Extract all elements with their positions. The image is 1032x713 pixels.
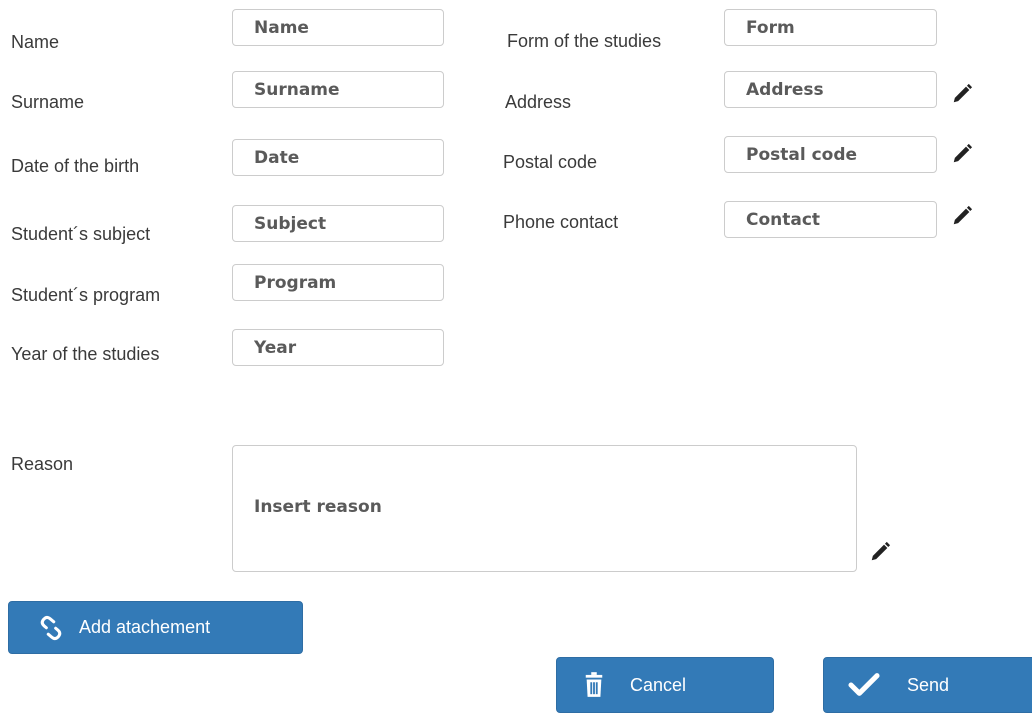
surname-label: Surname (11, 92, 85, 112)
phone-contact-input[interactable] (724, 201, 937, 238)
address-edit-pencil-icon[interactable] (951, 83, 973, 105)
address-label: Address (505, 92, 572, 112)
surname-input[interactable] (232, 71, 444, 108)
year-label: Year of the studies (11, 344, 160, 364)
date-of-birth-input[interactable] (232, 139, 444, 176)
check-icon (847, 671, 881, 699)
date-of-birth-label: Date of the birth (11, 156, 140, 176)
name-label: Name (11, 32, 60, 52)
postal-code-edit-pencil-icon[interactable] (951, 143, 973, 165)
phone-contact-label: Phone contact (503, 212, 619, 232)
cancel-button[interactable]: Cancel (556, 657, 774, 713)
link-icon (36, 613, 66, 643)
cancel-label: Cancel (630, 674, 687, 695)
year-input[interactable] (232, 329, 444, 366)
form-of-studies-label: Form of the studies (507, 31, 662, 51)
reason-textarea[interactable] (232, 445, 857, 572)
send-label: Send (907, 674, 950, 695)
form-of-studies-input[interactable] (724, 9, 937, 46)
subject-input[interactable] (232, 205, 444, 242)
trash-icon (582, 671, 606, 699)
postal-code-label: Postal code (503, 152, 598, 172)
program-label: Student´s program (11, 285, 161, 305)
send-button[interactable]: Send (823, 657, 1032, 713)
subject-label: Student´s subject (11, 224, 151, 244)
add-attachment-button[interactable]: Add atachement (8, 601, 303, 654)
add-attachment-label: Add atachement (79, 617, 211, 637)
program-input[interactable] (232, 264, 444, 301)
phone-contact-edit-pencil-icon[interactable] (951, 205, 973, 227)
reason-edit-pencil-icon[interactable] (869, 541, 891, 563)
address-input[interactable] (724, 71, 937, 108)
reason-label: Reason (11, 454, 74, 474)
name-input[interactable] (232, 9, 444, 46)
postal-code-input[interactable] (724, 136, 937, 173)
